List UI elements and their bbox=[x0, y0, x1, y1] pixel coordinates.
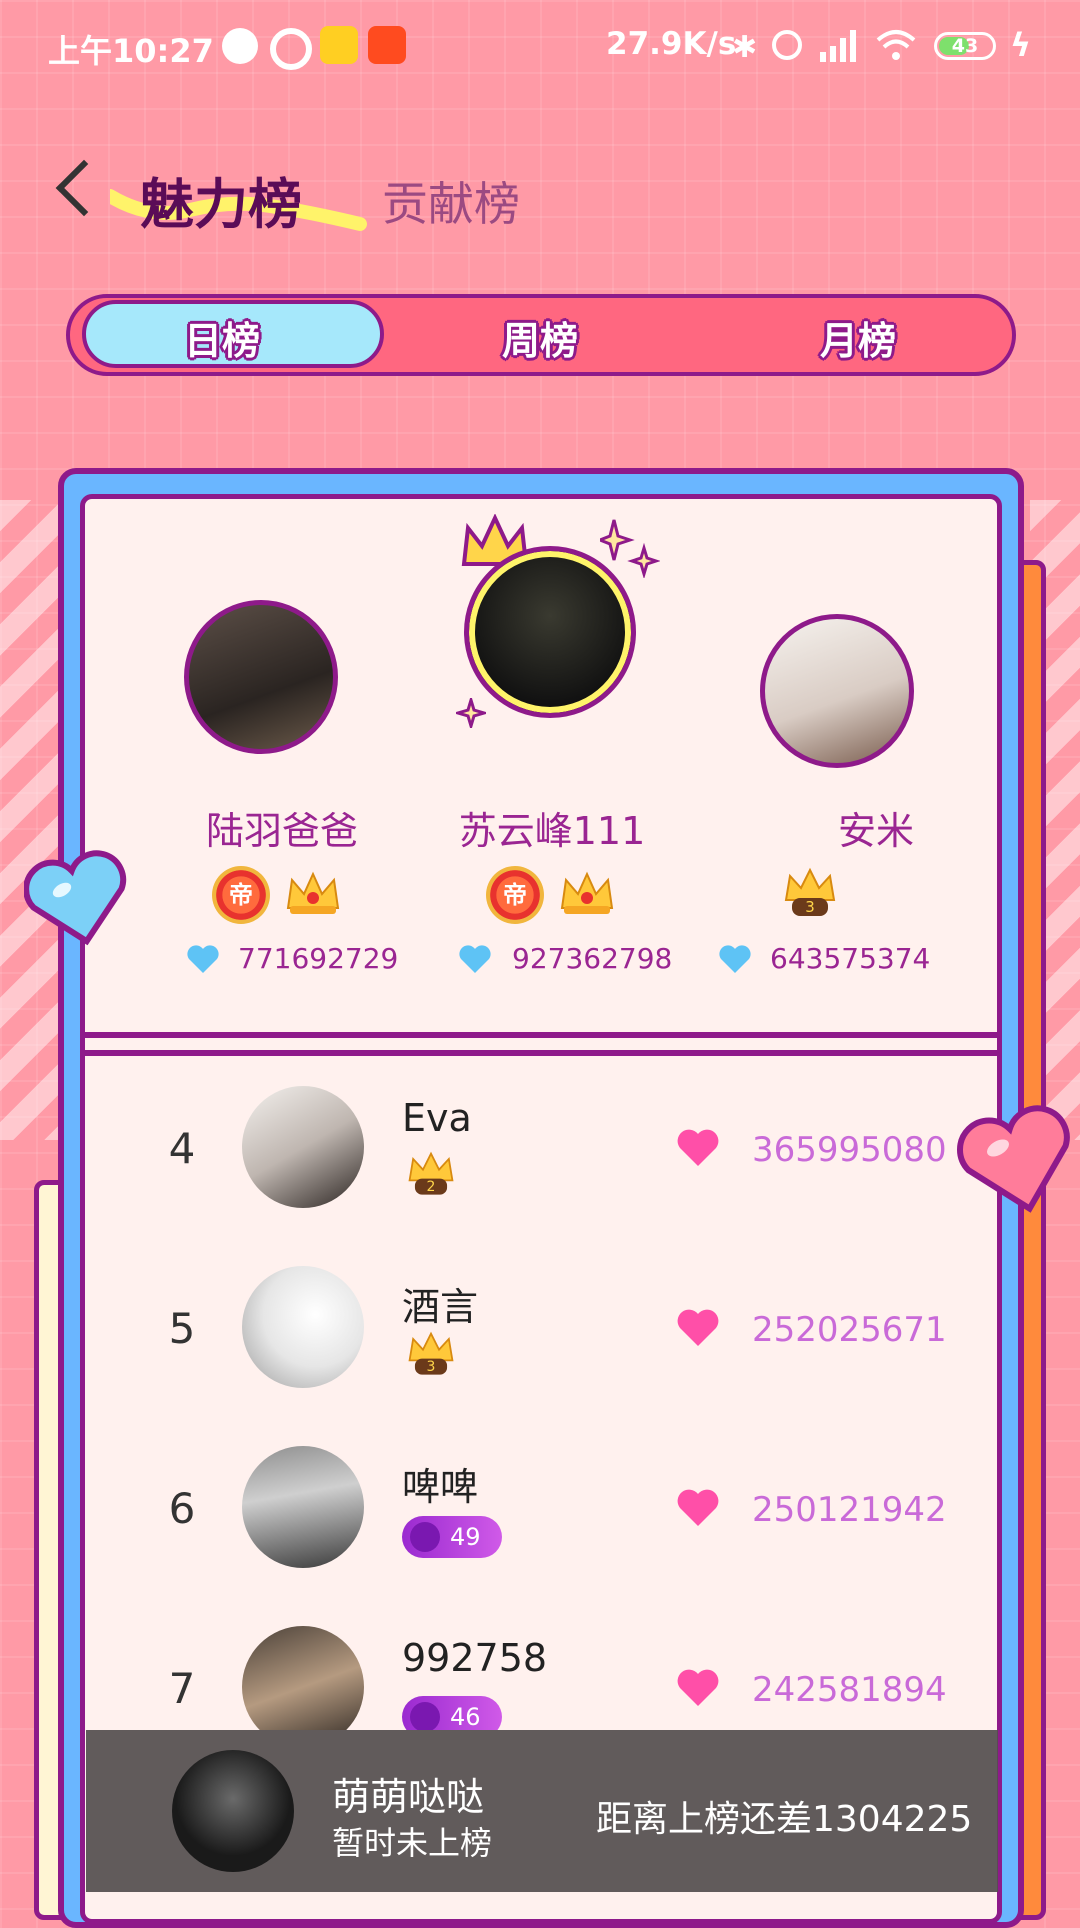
row-avatar[interactable] bbox=[242, 1626, 364, 1730]
decor-stripes-left bbox=[0, 500, 64, 1140]
ranking-row[interactable]: 7 992758 46 242581894 bbox=[100, 1620, 980, 1730]
podium-avatar-rank3[interactable] bbox=[760, 614, 914, 768]
app-notification-icon bbox=[320, 26, 358, 64]
sale-notification-icon bbox=[368, 26, 406, 64]
row-score: 250121942 bbox=[752, 1490, 947, 1530]
my-name: 萌萌哒哒 bbox=[332, 1775, 485, 1819]
crown-level-icon bbox=[410, 1702, 440, 1730]
alarm-icon bbox=[772, 30, 802, 60]
row-avatar[interactable] bbox=[242, 1266, 364, 1388]
status-time: 上午10:27 bbox=[48, 32, 214, 70]
crown-level-badge: 2 bbox=[404, 1150, 458, 1200]
tab-charm-ranking[interactable]: 魅力榜 bbox=[140, 160, 302, 239]
section-divider bbox=[84, 1050, 998, 1056]
tab-daily[interactable]: 日榜 bbox=[184, 310, 260, 365]
row-name: 啤啤 bbox=[402, 1465, 479, 1509]
blue-heart-icon bbox=[459, 945, 491, 973]
crown-level-badge: 3 bbox=[780, 866, 840, 922]
status-bar: 上午10:27 27.9K/s ✱ 43 ϟ bbox=[0, 0, 1080, 96]
podium-score-rank3: 643575374 bbox=[770, 942, 931, 975]
row-avatar[interactable] bbox=[242, 1446, 364, 1568]
row-score: 242581894 bbox=[752, 1670, 947, 1710]
crown-level-badge: 3 bbox=[404, 1330, 458, 1380]
battery-percent: 43 bbox=[951, 35, 979, 57]
ranking-row[interactable]: 5 酒言 3 252025671 bbox=[100, 1260, 980, 1400]
level-badge: 49 bbox=[402, 1516, 502, 1558]
signal-icon bbox=[820, 30, 856, 62]
row-score: 365995080 bbox=[752, 1130, 947, 1170]
row-score: 252025671 bbox=[752, 1310, 947, 1350]
ranking-row[interactable]: 4 Eva 2 365995080 bbox=[100, 1080, 980, 1220]
crown-icon bbox=[560, 871, 614, 914]
pink-heart-icon bbox=[677, 1129, 719, 1166]
podium-name-rank3: 安米 bbox=[837, 809, 914, 853]
row-name: 992758 bbox=[402, 1636, 548, 1680]
weibo-icon bbox=[222, 28, 258, 64]
network-speed: 27.9K/s bbox=[606, 26, 737, 62]
row-rank: 5 bbox=[168, 1304, 196, 1353]
tab-monthly[interactable]: 月榜 bbox=[820, 310, 896, 365]
blue-heart-decor-icon bbox=[24, 850, 127, 946]
back-button[interactable] bbox=[55, 159, 113, 217]
blue-heart-icon bbox=[187, 945, 219, 973]
my-rank-status: 暂时未上榜 bbox=[332, 1824, 493, 1862]
my-avatar[interactable] bbox=[172, 1750, 294, 1872]
row-name: Eva bbox=[402, 1096, 472, 1140]
sparkle-icon bbox=[600, 519, 660, 578]
level-badge: 46 bbox=[402, 1696, 502, 1730]
sparkle-small-icon bbox=[456, 698, 486, 728]
podium-name-rank1: 苏云峰111 bbox=[458, 809, 646, 853]
row-name: 酒言 bbox=[402, 1285, 479, 1329]
row-rank: 7 bbox=[168, 1664, 196, 1713]
emperor-badge-icon: 帝 bbox=[486, 866, 544, 924]
blue-heart-icon bbox=[719, 945, 751, 973]
wifi-icon bbox=[876, 30, 916, 60]
pink-heart-icon bbox=[677, 1489, 719, 1526]
emperor-badge-icon: 帝 bbox=[212, 866, 270, 924]
battery-indicator: 43 bbox=[934, 32, 996, 60]
row-rank: 4 bbox=[168, 1124, 196, 1173]
qq-icon bbox=[270, 28, 312, 70]
tab-contribution-ranking[interactable]: 贡献榜 bbox=[382, 168, 520, 234]
tab-weekly[interactable]: 周榜 bbox=[502, 310, 578, 365]
row-rank: 6 bbox=[168, 1484, 196, 1533]
charging-icon: ϟ bbox=[1010, 26, 1032, 64]
crown-level-icon bbox=[410, 1522, 440, 1552]
bluetooth-icon: ✱ bbox=[732, 30, 758, 65]
pink-heart-icon bbox=[677, 1669, 719, 1706]
section-divider bbox=[84, 1032, 998, 1038]
podium-avatar-rank2[interactable] bbox=[184, 600, 338, 754]
pink-heart-icon bbox=[677, 1309, 719, 1346]
podium-score-rank1: 927362798 bbox=[512, 942, 673, 975]
podium-score-rank2: 771692729 bbox=[238, 942, 399, 975]
podium-name-rank2: 陆羽爸爸 bbox=[205, 809, 358, 853]
my-gap-to-rank: 距离上榜还差1304225 bbox=[596, 1799, 973, 1840]
crown-icon bbox=[286, 871, 340, 914]
ranking-row[interactable]: 6 啤啤 49 250121942 bbox=[100, 1440, 980, 1580]
row-avatar[interactable] bbox=[242, 1086, 364, 1208]
